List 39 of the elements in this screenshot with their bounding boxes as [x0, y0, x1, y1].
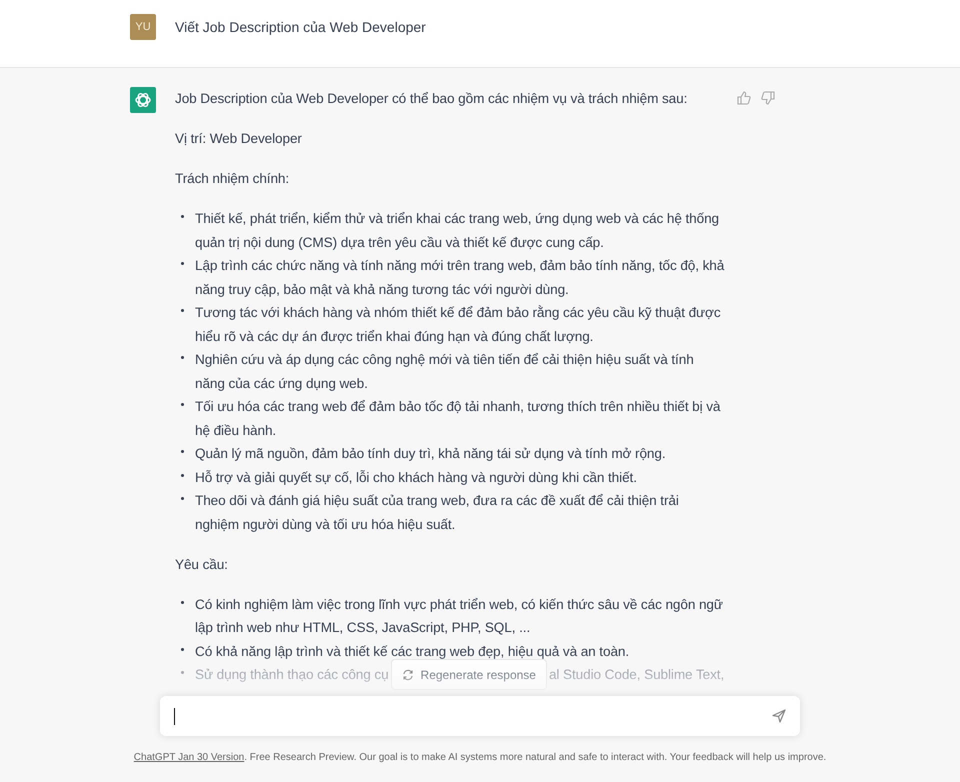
bullet-dot: [181, 356, 184, 359]
bullet-dot: [181, 497, 184, 500]
regenerate-button[interactable]: Regenerate response: [390, 659, 547, 690]
bullet-dot: [181, 648, 184, 650]
section-heading: Yêu cầu:: [175, 556, 229, 574]
list-item-text: Có kinh nghiệm làm việc trong lĩnh vực phát triển web, có kiến thức sâu về các ngôn ngữ lập trình web như HTML, CSS, JavaScript, PHP, SQL, ...: [195, 596, 724, 637]
bullet-dot: [181, 450, 184, 453]
list-item-text: Tối ưu hóa các trang web để đảm bảo tốc độ tải nhanh, tương thích trên nhiều thiết bị và hệ điều hành.: [195, 398, 722, 440]
list-item-text: al Studio Code, Sublime Text,: [548, 666, 724, 684]
bullet-dot: [181, 215, 184, 218]
list-item-text: Thiết kế, phát triển, kiểm thử và triển khai các trang web, ứng dụng web và các hệ thống quản trị nội dung (CMS) dựa trên yêu cầu và thiết kế được cung cấp.: [195, 210, 720, 252]
bullet-dot: [181, 474, 184, 476]
message-input-field[interactable]: [160, 696, 800, 736]
thumbs-down-icon[interactable]: [761, 91, 775, 105]
list-item-text: Hỗ trợ và giải quyết sự cố, lỗi cho khách hàng và người dùng khi cần thiết.: [195, 468, 637, 487]
user-message: Viết Job Description của Web Developer: [175, 18, 426, 37]
list-item-text: Sử dụng thành thạo các công cụ: [195, 666, 389, 684]
send-icon[interactable]: [772, 709, 786, 723]
text-cursor: [174, 708, 175, 724]
section-heading: Trách nhiệm chính:: [175, 170, 290, 188]
bullet-dot: [181, 403, 184, 406]
thumbs-up-icon[interactable]: [737, 91, 751, 105]
refresh-icon: [402, 668, 414, 681]
bullet-dot: [181, 309, 184, 312]
list-item-text: Tương tác với khách hàng và nhóm thiết kế để đảm bảo rằng các yêu cầu kỹ thuật được hiểu rõ và các dự án được triển khai đúng hạn và đúng chất lượng.: [195, 304, 722, 346]
list-item-text: Lập trình các chức năng và tính năng mới trên trang web, đảm bảo tính năng, tốc độ, khả năng truy cập, bảo mật và khả năng tương tác với người dùng.: [195, 257, 725, 299]
intro-text: Job Description của Web Developer có thể bao gồm các nhiệm vụ và trách nhiệm sau:: [175, 90, 688, 108]
user-avatar: YU: [130, 14, 156, 40]
list-item-text: Nghiên cứu và áp dụng các công nghệ mới và tiên tiến để cải thiện hiệu suất và tính năng của các ứng dụng web.: [195, 351, 695, 393]
bullet-dot: [181, 262, 184, 265]
list-item-text: Có khả năng lập trình và thiết kế các trang web đẹp, hiệu quả và an toàn.: [195, 642, 630, 661]
list-item-text: Quản lý mã nguồn, đảm bảo tính duy trì, khả năng tái sử dụng và tính mở rộng.: [195, 445, 666, 463]
version-link[interactable]: ChatGPT Jan 30 Version: [134, 752, 244, 763]
position-text: Vị trí: Web Developer: [175, 130, 303, 148]
bullet-dot: [181, 600, 184, 604]
assistant-logo-icon: [130, 87, 156, 113]
footer-text: ChatGPT Jan 30 Version. Free Research Preview. Our goal is to make AI systems more natural and safe to interact with. Your feedback will help us improve.: [134, 752, 826, 763]
bullet-dot: [181, 671, 184, 674]
list-item-text: Theo dõi và đánh giá hiệu suất của trang web, đưa ra các đề xuất để cải thiện trải nghiệm người dùng và tối ưu hóa hiệu suất.: [195, 492, 680, 534]
